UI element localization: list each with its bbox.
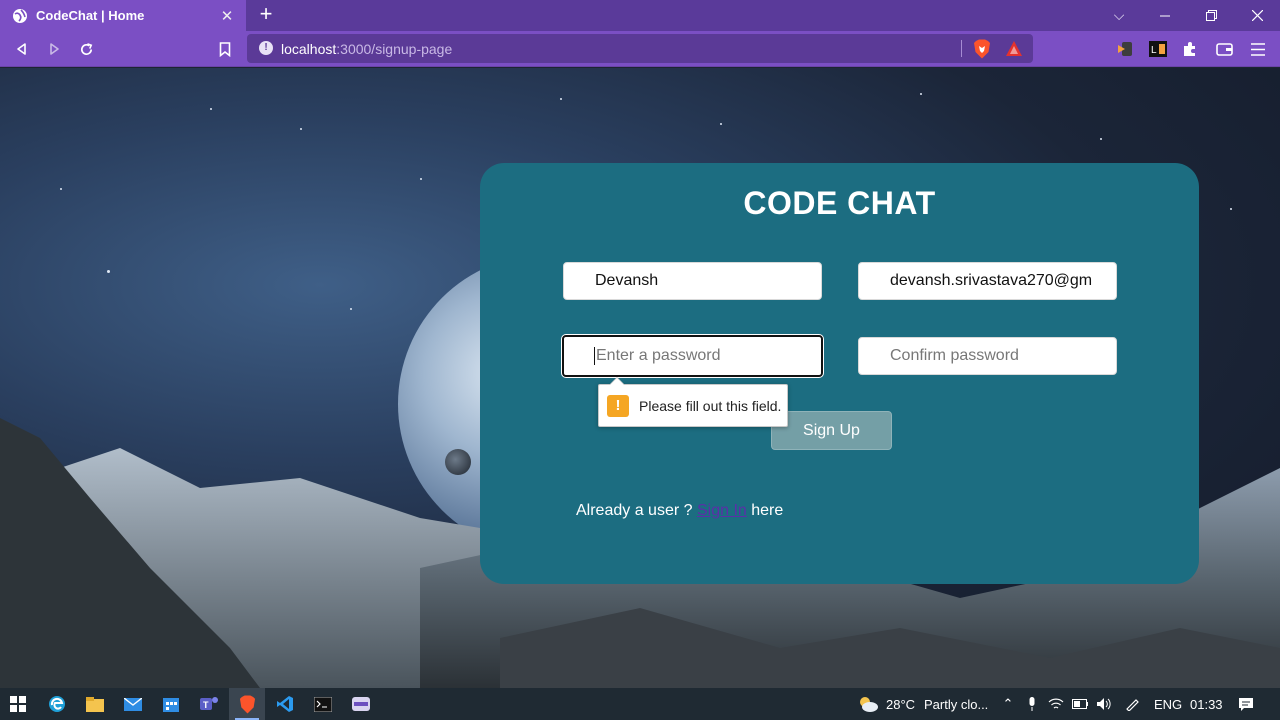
validation-message: Please fill out this field. <box>639 397 782 414</box>
validation-tooltip: ! Please fill out this field. <box>598 377 788 427</box>
pen-icon[interactable] <box>1124 696 1140 712</box>
file-explorer-icon[interactable] <box>77 688 113 720</box>
mail-icon[interactable] <box>115 688 151 720</box>
star <box>210 108 212 110</box>
forward-icon[interactable] <box>42 37 66 61</box>
new-tab-button[interactable]: + <box>255 3 277 27</box>
back-icon[interactable] <box>10 37 34 61</box>
app-icon[interactable] <box>343 688 379 720</box>
close-tab-icon[interactable]: ✕ <box>218 7 236 25</box>
star <box>1230 208 1232 210</box>
weather-temp[interactable]: 28°C <box>886 697 915 712</box>
signup-card: CODE CHAT Devansh devansh.srivastava270@… <box>480 163 1199 584</box>
brave-shields-icon[interactable] <box>973 39 991 59</box>
terminal-icon[interactable] <box>305 688 341 720</box>
volume-icon[interactable] <box>1096 696 1112 712</box>
restore-icon[interactable] <box>1188 0 1234 31</box>
site-info-icon[interactable]: ! <box>259 41 273 55</box>
browser-tab[interactable]: CodeChat | Home ✕ <box>0 0 246 31</box>
star <box>300 128 302 130</box>
signin-prompt: Already a user ? Sign In here <box>576 502 784 519</box>
confirm-password-field[interactable]: Confirm password <box>858 337 1117 375</box>
tab-strip: CodeChat | Home ✕ + ⌵ <box>0 0 1280 31</box>
reload-icon[interactable] <box>74 37 98 61</box>
text-caret <box>594 347 595 365</box>
svg-text:T: T <box>203 700 209 710</box>
star <box>560 98 562 100</box>
star <box>420 178 422 180</box>
star <box>920 93 922 95</box>
language-indicator[interactable]: ENG <box>1154 697 1182 712</box>
browser-toolbar: ! localhost:3000/signup-page L <box>0 31 1280 67</box>
minimize-icon[interactable] <box>1142 0 1188 31</box>
star <box>60 188 62 190</box>
svg-text:L: L <box>1151 45 1157 56</box>
clock[interactable]: 01:33 <box>1190 697 1223 712</box>
vscode-icon[interactable] <box>267 688 303 720</box>
microphone-icon[interactable] <box>1024 696 1040 712</box>
chevron-up-icon[interactable]: ⌃ <box>1000 696 1016 712</box>
star <box>350 308 352 310</box>
tab-search-chevron-icon[interactable]: ⌵ <box>1096 0 1142 31</box>
wifi-icon[interactable] <box>1048 696 1064 712</box>
signup-button[interactable]: Sign Up <box>771 411 892 450</box>
brave-browser-taskbar-icon[interactable] <box>229 688 265 720</box>
brave-rewards-icon[interactable] <box>1005 40 1023 58</box>
omnibox-divider <box>961 40 962 57</box>
puzzle-extensions-icon[interactable] <box>1178 37 1202 61</box>
password-placeholder: Enter a password <box>596 347 721 364</box>
weather-icon[interactable] <box>857 694 879 714</box>
signin-link[interactable]: Sign In <box>697 502 747 519</box>
notifications-icon[interactable] <box>1238 696 1254 712</box>
star <box>107 270 110 273</box>
battery-icon[interactable] <box>1072 696 1088 712</box>
url-text: localhost:3000/signup-page <box>281 41 453 57</box>
wallet-icon[interactable] <box>1212 37 1236 61</box>
star <box>1100 138 1102 140</box>
warning-icon: ! <box>607 394 629 417</box>
email-field[interactable]: devansh.srivastava270@gm <box>858 262 1117 300</box>
password-field[interactable]: Enter a password <box>562 335 823 377</box>
weather-description[interactable]: Partly clo... <box>924 697 988 712</box>
page-title: CODE CHAT <box>743 185 936 221</box>
address-bar[interactable]: ! localhost:3000/signup-page <box>247 34 1033 63</box>
windows-taskbar: T 28°C Partly clo... ⌃ ENG 01:33 <box>0 688 1280 720</box>
teams-icon[interactable]: T <box>191 688 227 720</box>
calendar-icon[interactable] <box>153 688 189 720</box>
tab-title: CodeChat | Home <box>36 8 145 23</box>
bookmark-icon[interactable] <box>213 37 237 61</box>
extension-icon[interactable] <box>1113 37 1137 61</box>
close-window-icon[interactable] <box>1234 0 1280 31</box>
windows-start-icon[interactable] <box>0 688 36 720</box>
page-background: CODE CHAT Devansh devansh.srivastava270@… <box>0 68 1280 688</box>
edge-icon[interactable] <box>39 688 75 720</box>
menu-icon[interactable] <box>1246 37 1270 61</box>
lighthouse-extension-icon[interactable]: L <box>1146 37 1170 61</box>
star <box>720 123 722 125</box>
globe-icon <box>12 8 28 24</box>
name-field[interactable]: Devansh <box>563 262 822 300</box>
